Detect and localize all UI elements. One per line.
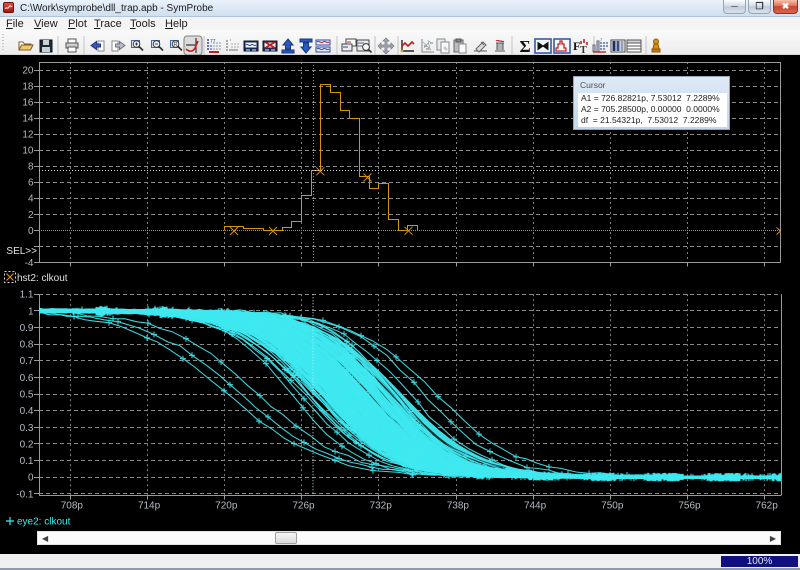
svg-text:0.8: 0.8: [20, 340, 34, 351]
svg-text:738p: 738p: [447, 501, 470, 512]
svg-text:726p: 726p: [292, 501, 315, 512]
svg-text:2: 2: [28, 210, 34, 221]
svg-text:14: 14: [22, 114, 34, 125]
svg-text:732p: 732p: [370, 501, 393, 512]
svg-text:0.2: 0.2: [20, 439, 34, 450]
svg-text:20: 20: [22, 66, 34, 77]
svg-text:0.9: 0.9: [20, 323, 34, 334]
svg-text:T: T: [580, 45, 587, 55]
svg-text:Σ: Σ: [519, 37, 530, 55]
svg-text:0.7: 0.7: [20, 356, 34, 367]
svg-text:-0.1: -0.1: [16, 489, 34, 500]
svg-text:708p: 708p: [61, 501, 84, 512]
svg-text:6: 6: [28, 178, 34, 189]
svg-text:16: 16: [22, 98, 34, 109]
svg-text:4: 4: [28, 194, 34, 205]
svg-text:SEL>>: SEL>>: [6, 246, 37, 257]
svg-text:714p: 714p: [138, 501, 161, 512]
svg-text:762p: 762p: [756, 501, 779, 512]
svg-text:1: 1: [28, 306, 34, 317]
svg-text:0.1: 0.1: [20, 456, 34, 467]
svg-text:0.4: 0.4: [20, 406, 34, 417]
svg-text:10: 10: [22, 146, 34, 157]
svg-text:0.6: 0.6: [20, 373, 34, 384]
svg-text:-4: -4: [25, 258, 34, 269]
svg-text:1.1: 1.1: [20, 290, 34, 301]
svg-text:8: 8: [28, 162, 34, 173]
svg-text:7: 7: [600, 37, 603, 42]
svg-text:720p: 720p: [215, 501, 238, 512]
svg-text:750p: 750p: [601, 501, 624, 512]
svg-text:0: 0: [28, 226, 34, 237]
svg-text:0: 0: [28, 473, 34, 484]
svg-text:hst2: clkout: hst2: clkout: [17, 273, 68, 284]
svg-text:0.3: 0.3: [20, 423, 34, 434]
svg-text:12: 12: [22, 130, 34, 141]
svg-text:77: 77: [210, 39, 216, 45]
svg-text:756p: 756p: [678, 501, 701, 512]
svg-text:0.5: 0.5: [20, 390, 34, 401]
svg-text:R: R: [174, 42, 178, 48]
svg-text:744p: 744p: [524, 501, 547, 512]
svg-text:eye2: clkout: eye2: clkout: [17, 517, 71, 528]
svg-text:18: 18: [22, 82, 34, 93]
